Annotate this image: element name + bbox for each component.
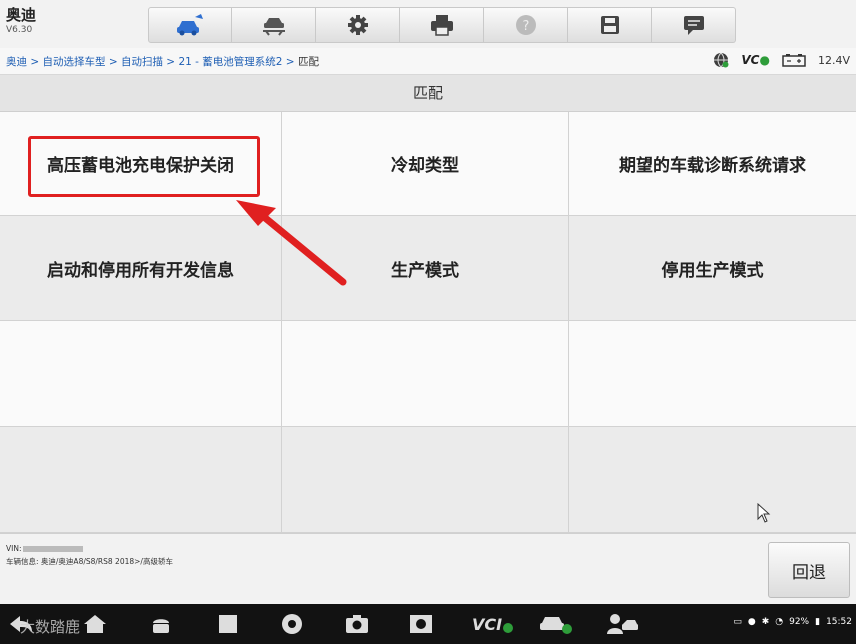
- printer-icon: [430, 15, 453, 36]
- status-area: VC● 12.4V: [713, 52, 850, 68]
- vci-label: VC: [741, 53, 760, 67]
- page-title: 匹配: [0, 75, 856, 112]
- android-taskbar: VCI ▭ ● ✱ ◔ 92% ▮ 15:52: [0, 604, 856, 644]
- wifi-icon: ◔: [775, 617, 784, 627]
- watermark: 大数踏鹿: [20, 618, 81, 636]
- breadcrumb-item[interactable]: 21 - 蓄电池管理系统2: [178, 56, 282, 68]
- vin-info: VIN:: [6, 544, 84, 553]
- help-button[interactable]: ?: [484, 7, 568, 43]
- camera-icon: [346, 615, 368, 633]
- message-icon: [683, 16, 704, 35]
- home-button[interactable]: [148, 7, 232, 43]
- vci-status: VC●: [741, 53, 770, 67]
- camera-button[interactable]: [342, 610, 372, 638]
- print-button[interactable]: [400, 7, 484, 43]
- breadcrumb-separator: >: [27, 56, 43, 68]
- mouse-cursor-icon: [757, 503, 771, 523]
- highlight-box: [28, 136, 260, 197]
- browser-button[interactable]: [277, 610, 307, 638]
- function-cell: [282, 427, 569, 533]
- vehicle-lift-icon: [262, 18, 285, 36]
- chrome-icon: [282, 614, 302, 634]
- vci-manager-button[interactable]: VCI: [470, 610, 514, 638]
- vehicle-lift-button[interactable]: [232, 7, 316, 43]
- message-button[interactable]: [652, 7, 736, 43]
- battery-icon: [782, 54, 806, 67]
- battery-level: 92%: [789, 617, 810, 627]
- bluetooth-icon: ✱: [761, 617, 770, 627]
- function-cell[interactable]: 期望的车载诊断系统请求: [569, 112, 856, 216]
- function-cell[interactable]: 冷却类型: [282, 112, 569, 216]
- cast-icon: ▭: [733, 617, 742, 627]
- main-toolbar: ?: [148, 7, 740, 43]
- android-icon: [153, 619, 169, 633]
- breadcrumb-bar: 奥迪 > 自动选择车型 > 自动扫描 > 21 - 蓄电池管理系统2 > 匹配 …: [0, 48, 856, 75]
- battery-status-icon: ▮: [815, 617, 821, 627]
- home-car-icon: [177, 14, 203, 36]
- vci-connected-icon: ●: [759, 53, 770, 67]
- vin-label: VIN:: [6, 544, 22, 553]
- recent-apps-button[interactable]: [213, 610, 243, 638]
- function-cell: [0, 321, 282, 427]
- vin-redacted: [23, 546, 84, 552]
- app-version: V6.30: [6, 25, 33, 35]
- breadcrumb-item[interactable]: 自动扫描: [121, 56, 163, 68]
- help-icon: ?: [515, 15, 536, 35]
- function-cell: [282, 321, 569, 427]
- function-cell: [569, 427, 856, 533]
- breadcrumb-separator: >: [162, 56, 179, 68]
- globe-icon: [714, 52, 729, 68]
- svg-text:VCI: VCI: [472, 615, 502, 634]
- settings-button[interactable]: [316, 7, 400, 43]
- settings-gear-icon: [347, 15, 368, 35]
- car-check-icon: [540, 617, 572, 634]
- location-icon: ●: [747, 617, 756, 627]
- top-bar: 奥迪 V6.30 ?: [0, 0, 856, 48]
- breadcrumb-item[interactable]: 自动选择车型: [42, 56, 105, 68]
- voltage-value: 12.4V: [817, 53, 850, 67]
- footer-bar: VIN: 车辆信息: 奥迪/奥迪A8/S8/RS8 2018>/高级轿车 回退: [0, 533, 856, 605]
- android-app-button[interactable]: [146, 610, 176, 638]
- brightness-button[interactable]: [406, 610, 436, 638]
- breadcrumb: 奥迪 > 自动选择车型 > 自动扫描 > 21 - 蓄电池管理系统2 > 匹配: [6, 54, 319, 69]
- svg-text:?: ?: [522, 19, 529, 34]
- function-cell: [0, 427, 282, 533]
- function-cell[interactable]: 停用生产模式: [569, 216, 856, 321]
- vehicle-app-button[interactable]: [536, 610, 574, 638]
- breadcrumb-current: 匹配: [297, 56, 319, 68]
- brand-name: 奥迪: [6, 6, 37, 24]
- home-icon: [84, 615, 106, 633]
- remote-expert-button[interactable]: [604, 610, 640, 638]
- recent-apps-icon: [219, 615, 237, 633]
- breadcrumb-separator: >: [282, 56, 298, 68]
- brand: 奥迪 V6.30: [6, 6, 36, 36]
- breadcrumb-separator: >: [105, 56, 121, 68]
- brightness-icon: [410, 615, 432, 633]
- function-cell[interactable]: 启动和停用所有开发信息: [0, 216, 282, 321]
- clock: 15:52: [826, 617, 852, 627]
- breadcrumb-item[interactable]: 奥迪: [6, 56, 27, 68]
- save-button[interactable]: [568, 7, 652, 43]
- function-cell[interactable]: 生产模式: [282, 216, 569, 321]
- remote-expert-icon: [607, 614, 638, 634]
- vci-icon: VCI: [472, 615, 513, 634]
- save-icon: [600, 16, 619, 34]
- back-button[interactable]: 回退: [768, 542, 850, 598]
- nav-home-button[interactable]: [80, 610, 110, 638]
- function-cell: [569, 321, 856, 427]
- vehicle-info: 车辆信息: 奥迪/奥迪A8/S8/RS8 2018>/高级轿车: [6, 557, 173, 566]
- system-tray: ▭ ● ✱ ◔ 92% ▮ 15:52: [733, 617, 852, 627]
